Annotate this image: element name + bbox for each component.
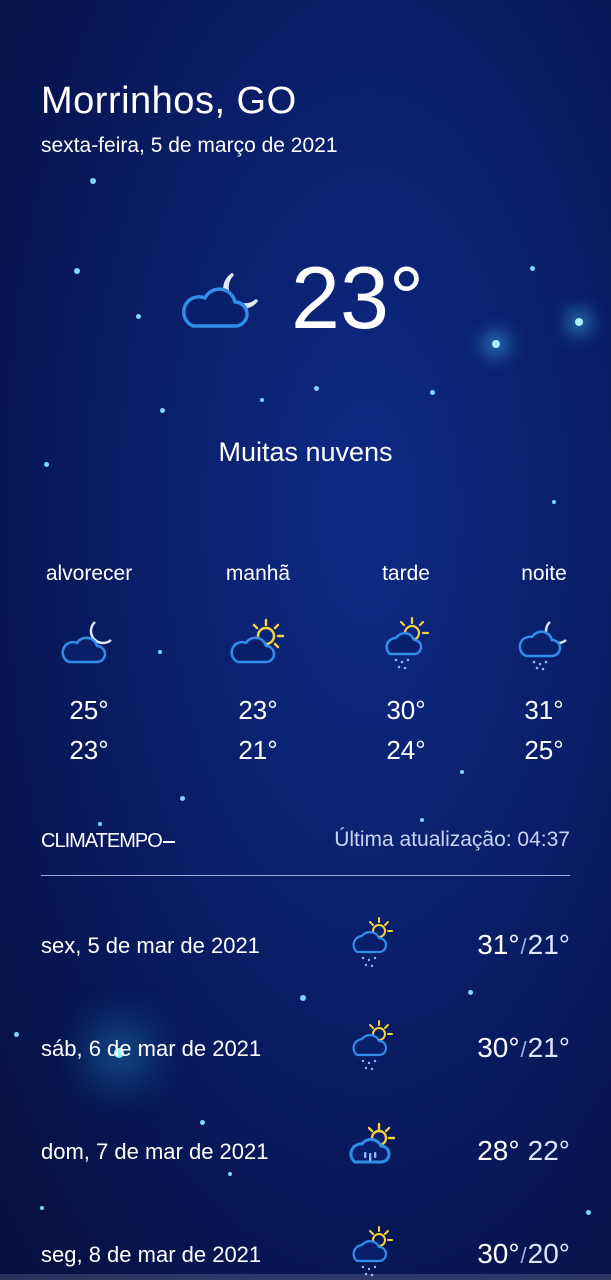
period-max: 23° (238, 695, 278, 725)
bottom-edge (0, 1274, 611, 1280)
cloud-sun-rain-icon (352, 1226, 393, 1277)
forecast-max: 28° (477, 1135, 520, 1166)
forecast-date: dom, 7 de mar de 2021 (41, 1139, 269, 1164)
period-max: 30° (386, 695, 426, 725)
current-weather: 23° (175, 250, 455, 350)
cloud-sun-rain-icon (385, 616, 430, 670)
cloud-sun-heavy-rain-icon (349, 1122, 396, 1164)
forecast-temps: 31°/21° (477, 929, 570, 960)
forecast-max: 31° (477, 929, 520, 960)
period-label: alvorecer (45, 562, 133, 585)
forecast-min: 21° (527, 1032, 570, 1063)
cloud-moon-rain-icon (518, 621, 567, 671)
arrow-icon (162, 840, 175, 843)
daily-forecast-list: sex, 5 de mar de 2021 31°/21° sáb, 6 de … (41, 912, 570, 1280)
period-min: 23° (69, 735, 109, 765)
period-max: 31° (524, 695, 564, 725)
brand-name: CLIMATEMPO (41, 830, 163, 852)
forecast-temps: 30°/21° (477, 1032, 570, 1063)
period-max: 25° (69, 695, 109, 725)
period-alvorecer: alvorecer 25° 23° (19, 560, 159, 766)
period-min: 21° (238, 735, 278, 765)
location-header: Morrinhos, GO sexta-feira, 5 de março de… (41, 78, 338, 160)
current-temperature: 23° (291, 248, 425, 347)
cloud-sun-rain-icon (352, 917, 393, 968)
period-min: 25° (524, 735, 564, 765)
period-label: tarde (382, 562, 430, 585)
city-name: Morrinhos, GO (41, 80, 297, 122)
cloud-moon-icon (61, 621, 112, 664)
forecast-min: 20° (527, 1238, 570, 1269)
divider (41, 875, 570, 876)
provider-row: CLIMATEMPO Última atualização: 04:37 (41, 826, 570, 858)
forecast-max: 30° (477, 1238, 520, 1269)
day-periods: alvorecer 25° 23° manhã 23° 21° tarde 30… (0, 560, 611, 780)
period-min: 24° (386, 735, 426, 765)
climatempo-logo[interactable]: CLIMATEMPO (41, 830, 175, 853)
forecast-min: 22° (527, 1135, 570, 1166)
period-tarde: tarde 30° 24° (336, 560, 476, 766)
cloud-sun-rain-icon (352, 1020, 393, 1071)
forecast-min: 21° (527, 929, 570, 960)
daily-forecast-item[interactable]: sáb, 6 de mar de 2021 30°/21° (41, 1015, 570, 1118)
daily-forecast-item[interactable]: sex, 5 de mar de 2021 31°/21° (41, 912, 570, 1015)
period-noite: noite 31° 25° (474, 560, 611, 766)
daily-forecast-item[interactable]: seg, 8 de mar de 2021 30°/20° (41, 1221, 570, 1280)
forecast-date: sex, 5 de mar de 2021 (41, 933, 260, 958)
cloud-moon-icon (182, 272, 259, 328)
forecast-temps: 28° 22° (477, 1132, 570, 1172)
forecast-date: seg, 8 de mar de 2021 (41, 1242, 262, 1267)
period-manha: manhã 23° 21° (188, 560, 328, 766)
current-date: sexta-feira, 5 de março de 2021 (41, 134, 338, 157)
last-update: Última atualização: 04:37 (334, 828, 570, 851)
forecast-max: 30° (477, 1032, 520, 1063)
forecast-temps: 30°/20° (477, 1238, 570, 1269)
daily-forecast-item[interactable]: dom, 7 de mar de 2021 28° 22° (41, 1118, 570, 1221)
period-label: manhã (225, 562, 291, 585)
period-label: noite (521, 562, 567, 585)
cloud-sun-icon (230, 618, 285, 664)
forecast-date: sáb, 6 de mar de 2021 (41, 1036, 262, 1061)
current-condition: Muitas nuvens (218, 437, 393, 467)
